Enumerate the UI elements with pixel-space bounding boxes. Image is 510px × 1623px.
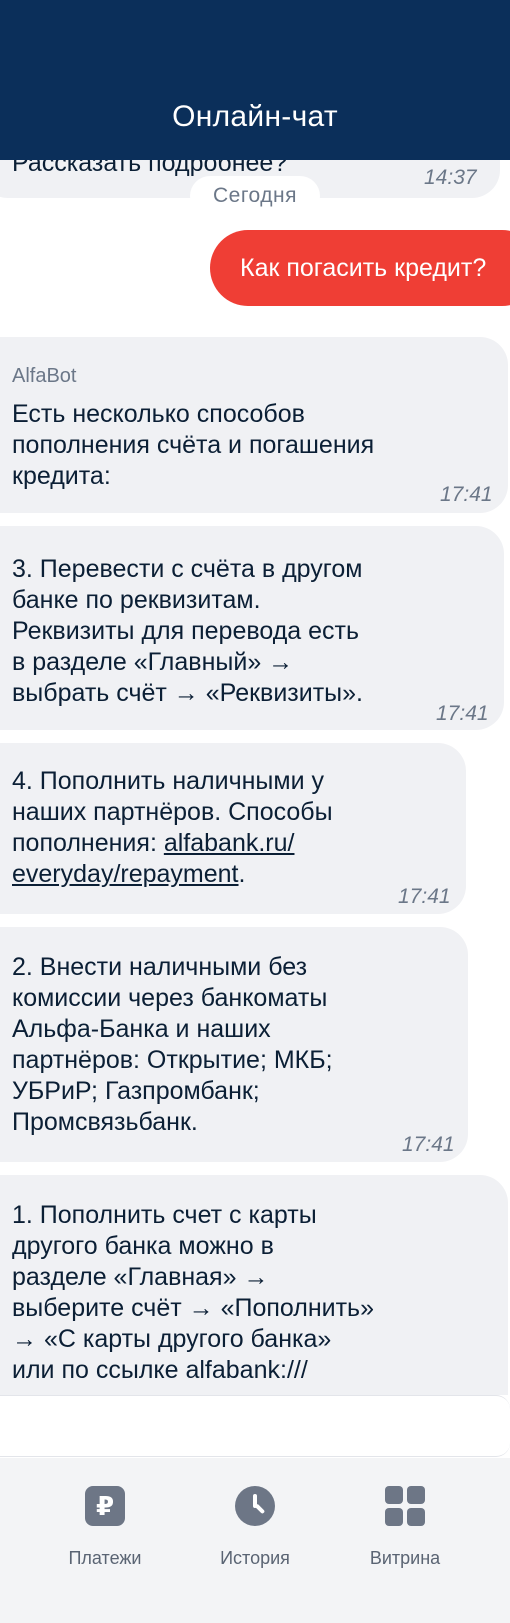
message-time: 17:41	[440, 483, 493, 506]
user-message-bubble: Как погасить кредит?	[210, 230, 510, 306]
tab-history[interactable]: История	[180, 1486, 330, 1569]
header: Онлайн-чат	[0, 0, 510, 160]
message-time: 14:37	[424, 166, 477, 189]
tab-payments[interactable]: ₽ Платежи	[30, 1486, 180, 1569]
message-time: 17:41	[398, 885, 451, 908]
grid-icon	[385, 1486, 425, 1526]
user-message-text: Как погасить кредит?	[240, 254, 487, 282]
page-title: Онлайн-чат	[172, 100, 338, 133]
repayment-link[interactable]: alfabank.ru/	[164, 829, 295, 857]
chat-area[interactable]: Рассказать подробнее? 14:37 Сегодня Как …	[0, 0, 510, 1395]
bot-message-bubble: 3. Перевести с счёта в другом банке по р…	[0, 526, 504, 730]
tab-label: История	[220, 1548, 290, 1568]
bottom-tab-bar: ₽ Платежи История Витрина	[0, 1458, 510, 1623]
tab-label: Витрина	[369, 1548, 441, 1568]
bot-message-bubble: AlfaBot Есть несколько способов пополнен…	[0, 337, 508, 513]
bot-message-bubble: 2. Внести наличными без комиссии через б…	[0, 927, 468, 1162]
message-time: 17:41	[436, 702, 489, 725]
tab-label: Платежи	[68, 1548, 142, 1568]
message-time: 17:41	[402, 1133, 455, 1156]
message-text: Есть несколько способов пополнения счёта…	[12, 400, 375, 490]
date-divider: Сегодня	[190, 176, 320, 216]
message-text: 3. Перевести с счёта в другом банке по р…	[12, 555, 364, 707]
tab-showcase[interactable]: Витрина	[330, 1486, 480, 1569]
message-input[interactable]	[0, 1395, 510, 1457]
clock-icon	[235, 1486, 275, 1526]
message-text: 4. Пополнить наличными у наших партнёров…	[12, 766, 333, 890]
repayment-link[interactable]: everyday/repayment	[12, 860, 239, 888]
sender-name: AlfaBot	[12, 365, 77, 387]
bot-message-bubble: 4. Пополнить наличными у наших партнёров…	[0, 743, 466, 914]
ruble-icon: ₽	[85, 1486, 125, 1526]
bot-message-bubble: 1. Пополнить счет с карты другого банка …	[0, 1175, 508, 1395]
message-text: 2. Внести наличными без комиссии через б…	[12, 953, 333, 1136]
message-text: 1. Пополнить счет с карты другого банка …	[12, 1201, 374, 1384]
message-text-part: .	[238, 860, 246, 888]
